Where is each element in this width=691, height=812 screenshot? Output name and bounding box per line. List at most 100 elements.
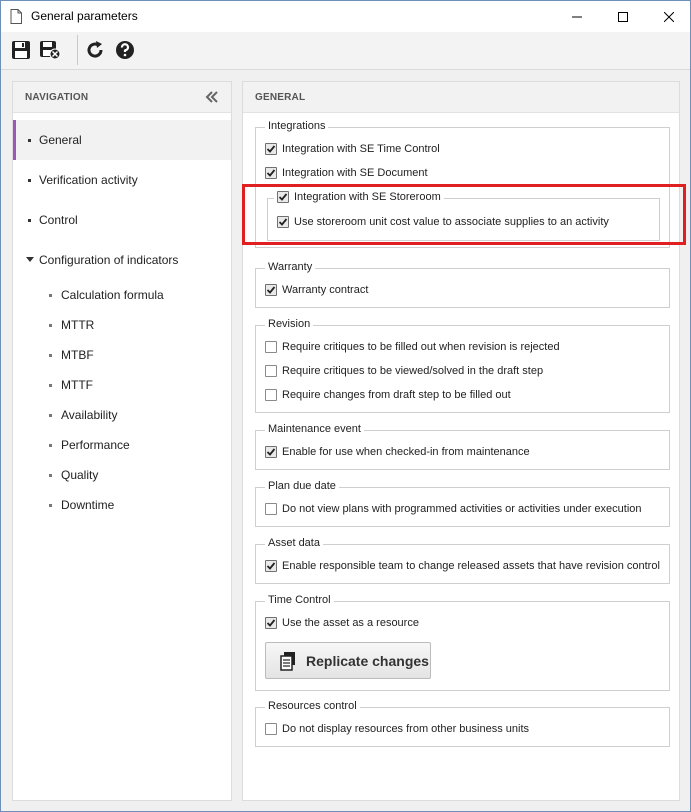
integration-document-checkbox[interactable] bbox=[265, 167, 277, 179]
group-title: Maintenance event bbox=[265, 423, 364, 435]
maintenance-enable-checkbox[interactable] bbox=[265, 446, 277, 458]
integration-storeroom-checkbox[interactable] bbox=[277, 191, 289, 203]
close-icon bbox=[664, 11, 674, 22]
critiques-viewed-checkbox[interactable] bbox=[265, 365, 277, 377]
group-title: Plan due date bbox=[265, 480, 339, 492]
critiques-filled-row[interactable]: Require critiques to be filled out when … bbox=[265, 341, 560, 353]
no-display-resources-row[interactable]: Do not display resources from other busi… bbox=[265, 723, 529, 735]
general-parameters-window: General parameters NAVIGATION General Ve… bbox=[0, 0, 691, 812]
navigation-header: NAVIGATION bbox=[13, 82, 231, 113]
button-label: Replicate changes bbox=[306, 652, 429, 669]
refresh-icon bbox=[87, 41, 103, 58]
no-view-plans-checkbox[interactable] bbox=[265, 503, 277, 515]
nav-item-label: Control bbox=[39, 213, 78, 227]
warranty-group: Warranty Warranty contract bbox=[255, 261, 670, 308]
nav-subitem-label: Quality bbox=[61, 468, 99, 482]
bullet-icon bbox=[49, 474, 52, 477]
general-header: GENERAL bbox=[243, 82, 679, 113]
checkbox-label: Warranty contract bbox=[282, 284, 369, 296]
nav-subitem-quality[interactable]: Quality bbox=[13, 460, 231, 490]
maximize-button[interactable] bbox=[600, 1, 646, 32]
caret-down-icon bbox=[26, 257, 34, 262]
checkmark-icon bbox=[266, 619, 276, 627]
nav-subitem-performance[interactable]: Performance bbox=[13, 430, 231, 460]
nav-item-label: Configuration of indicators bbox=[39, 253, 179, 267]
warranty-contract-row[interactable]: Warranty contract bbox=[265, 284, 368, 296]
bullet-icon bbox=[49, 294, 52, 297]
nav-item-control[interactable]: Control bbox=[13, 200, 231, 240]
bullet-icon bbox=[28, 219, 31, 222]
group-title: Time Control bbox=[265, 594, 334, 606]
bullet-icon bbox=[49, 444, 52, 447]
time-control-group: Time Control Use the asset as a resource… bbox=[255, 594, 670, 691]
nav-subitem-calculation-formula[interactable]: Calculation formula bbox=[13, 280, 231, 310]
nav-item-verification-activity[interactable]: Verification activity bbox=[13, 160, 231, 200]
nav-item-general[interactable]: General bbox=[13, 120, 231, 160]
nav-subitem-label: Performance bbox=[61, 438, 130, 452]
maintenance-enable-row[interactable]: Enable for use when checked-in from main… bbox=[265, 446, 530, 458]
changes-filled-row[interactable]: Require changes from draft step to be fi… bbox=[265, 389, 511, 401]
window-title: General parameters bbox=[31, 9, 138, 23]
maximize-icon bbox=[618, 11, 628, 22]
save-and-close-icon bbox=[40, 41, 61, 60]
revision-group: Revision Require critiques to be filled … bbox=[255, 318, 670, 413]
nav-subitem-downtime[interactable]: Downtime bbox=[13, 490, 231, 520]
checkmark-icon bbox=[266, 448, 276, 456]
bullet-icon bbox=[49, 504, 52, 507]
checkmark-icon bbox=[266, 169, 276, 177]
save-icon bbox=[12, 41, 30, 59]
save-and-close-button[interactable] bbox=[38, 38, 62, 62]
unit-cost-row[interactable]: Use storeroom unit cost value to associa… bbox=[277, 216, 609, 228]
changes-filled-checkbox[interactable] bbox=[265, 389, 277, 401]
group-title: Warranty bbox=[265, 261, 316, 273]
nav-item-label: General bbox=[39, 133, 82, 147]
bullet-icon bbox=[49, 324, 52, 327]
checkbox-label: Enable for use when checked-in from main… bbox=[282, 446, 530, 458]
warranty-contract-checkbox[interactable] bbox=[265, 284, 277, 296]
nav-subitem-label: MTTR bbox=[61, 318, 95, 332]
critiques-viewed-row[interactable]: Require critiques to be viewed/solved in… bbox=[265, 365, 543, 377]
nav-item-configuration-of-indicators[interactable]: Configuration of indicators bbox=[13, 240, 231, 280]
integrations-group: Integrations Integration with SE Time Co… bbox=[255, 120, 670, 248]
storeroom-row[interactable]: Integration with SE Storeroom bbox=[274, 191, 444, 203]
integration-document-row[interactable]: Integration with SE Document bbox=[265, 167, 428, 179]
nav-item-label: Verification activity bbox=[39, 173, 138, 187]
enable-team-checkbox[interactable] bbox=[265, 560, 277, 572]
close-button[interactable] bbox=[646, 1, 691, 32]
toolbar bbox=[1, 32, 690, 70]
use-asset-row[interactable]: Use the asset as a resource bbox=[265, 617, 419, 629]
unit-cost-checkbox[interactable] bbox=[277, 216, 289, 228]
integration-time-control-row[interactable]: Integration with SE Time Control bbox=[265, 143, 440, 155]
nav-subitem-mtbf[interactable]: MTBF bbox=[13, 340, 231, 370]
bullet-icon bbox=[28, 139, 31, 142]
nav-subitem-mttf[interactable]: MTTF bbox=[13, 370, 231, 400]
refresh-button[interactable] bbox=[83, 38, 107, 62]
checkbox-label: Integration with SE Time Control bbox=[282, 143, 440, 155]
no-view-plans-row[interactable]: Do not view plans with programmed activi… bbox=[265, 503, 642, 515]
asset-data-group: Asset data Enable responsible team to ch… bbox=[255, 537, 670, 584]
general-title: GENERAL bbox=[255, 91, 306, 103]
nav-subitem-mttr[interactable]: MTTR bbox=[13, 310, 231, 340]
maintenance-event-group: Maintenance event Enable for use when ch… bbox=[255, 423, 670, 470]
minimize-button[interactable] bbox=[554, 1, 600, 32]
checkbox-label: Integration with SE Document bbox=[282, 167, 428, 179]
nav-subitem-availability[interactable]: Availability bbox=[13, 400, 231, 430]
checkmark-icon bbox=[266, 562, 276, 570]
double-chevron-left-icon[interactable] bbox=[205, 90, 219, 104]
save-button[interactable] bbox=[9, 38, 33, 62]
checkmark-icon bbox=[266, 286, 276, 294]
integration-time-control-checkbox[interactable] bbox=[265, 143, 277, 155]
no-display-resources-checkbox[interactable] bbox=[265, 723, 277, 735]
use-asset-checkbox[interactable] bbox=[265, 617, 277, 629]
enable-team-row[interactable]: Enable responsible team to change releas… bbox=[265, 560, 660, 572]
help-button[interactable] bbox=[113, 38, 137, 62]
checkbox-label: Require critiques to be viewed/solved in… bbox=[282, 365, 544, 377]
replicate-changes-button[interactable]: Replicate changes bbox=[265, 642, 431, 679]
nav-subitem-label: MTBF bbox=[61, 348, 94, 362]
navigation-panel: NAVIGATION General Verification activity… bbox=[12, 81, 232, 801]
checkbox-label: Integration with SE Storeroom bbox=[294, 191, 441, 203]
critiques-filled-checkbox[interactable] bbox=[265, 341, 277, 353]
checkmark-icon bbox=[278, 193, 288, 201]
navigation-title: NAVIGATION bbox=[25, 91, 89, 103]
checkmark-icon bbox=[266, 145, 276, 153]
